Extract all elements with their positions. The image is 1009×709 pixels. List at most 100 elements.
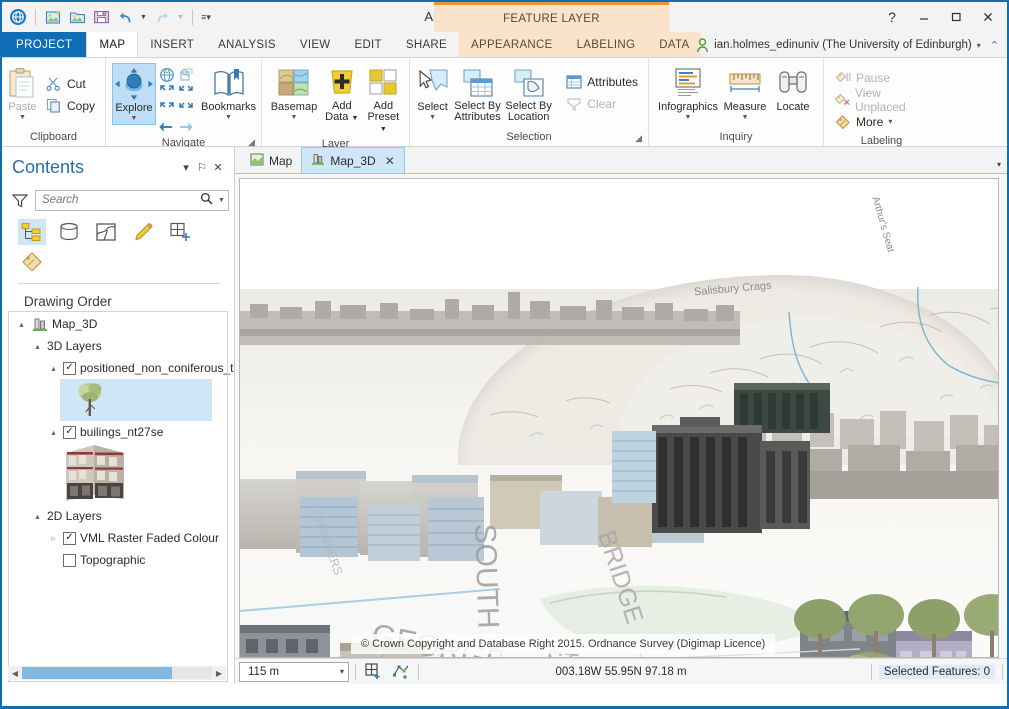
expander-icon[interactable]: ▴ [48, 428, 59, 437]
list-by-data-source-icon[interactable] [55, 219, 83, 245]
account-dropdown-icon[interactable]: ▾ [977, 41, 981, 50]
select-button[interactable]: Select ▼ [414, 63, 451, 123]
add-preset-button[interactable]: Add Preset ▼ [362, 63, 405, 137]
list-by-snapping-icon[interactable] [166, 219, 194, 245]
previous-extent-arrow-icon[interactable] [158, 118, 175, 135]
close-button[interactable] [973, 4, 1003, 30]
tree-row-2d-layers[interactable]: ▴ 2D Layers [2, 505, 234, 527]
layer-visibility-checkbox[interactable]: ✓ [63, 531, 76, 545]
paste-button[interactable]: Paste ▼ [6, 63, 39, 123]
layer-visibility-checkbox[interactable]: ✓ [63, 361, 76, 375]
tree-row-buildings[interactable]: ▴ ✓ builings_nt27se [2, 421, 234, 443]
contents-pin-icon[interactable]: ⚐ [194, 158, 210, 176]
basemap-dropdown-icon[interactable]: ▼ [290, 114, 297, 121]
tree-row-3d-layers[interactable]: ▴ 3D Layers [2, 335, 234, 357]
fixed-zoom-in-icon[interactable] [177, 66, 194, 83]
search-icon[interactable] [198, 192, 215, 208]
more-dropdown-icon[interactable]: ▾ [888, 117, 892, 126]
collapse-ribbon-icon[interactable]: ⌃ [986, 39, 1003, 52]
next-extent-icon[interactable] [177, 100, 194, 117]
tab-insert[interactable]: INSERT [138, 32, 206, 57]
redo-icon[interactable] [151, 6, 173, 28]
contents-horizontal-scrollbar[interactable]: ◀ ▶ [8, 666, 226, 680]
snapping-icon[interactable] [390, 662, 412, 682]
maximize-button[interactable] [941, 4, 971, 30]
expander-icon[interactable]: ▴ [48, 364, 59, 373]
tab-labeling[interactable]: LABELING [564, 32, 648, 57]
tree-row-positioned-trees[interactable]: ▴ ✓ positioned_non_coniferous_t [2, 357, 234, 379]
next-extent-arrow-icon[interactable] [177, 118, 194, 135]
copy-button[interactable]: Copy [41, 95, 99, 116]
bookmarks-dropdown-icon[interactable]: ▼ [225, 114, 232, 121]
new-project-icon[interactable] [42, 6, 64, 28]
bookmarks-button[interactable]: Bookmarks ▼ [200, 63, 257, 123]
full-extent-icon[interactable] [158, 66, 175, 83]
explore-button[interactable]: Explore ▼ [112, 63, 156, 125]
tab-edit[interactable]: EDIT [342, 32, 393, 57]
cut-button[interactable]: Cut [41, 73, 99, 94]
search-input[interactable] [42, 194, 198, 206]
infographics-button[interactable]: Infographics ▼ [656, 63, 720, 123]
scroll-left-icon[interactable]: ◀ [8, 669, 22, 678]
undo-dropdown-icon[interactable]: ▼ [138, 6, 149, 28]
tab-share[interactable]: SHARE [394, 32, 459, 57]
add-data-button[interactable]: Add Data ▼ [322, 63, 362, 126]
map-scale-caret-icon[interactable]: ▾ [340, 667, 344, 676]
list-by-selection-icon[interactable] [92, 219, 120, 245]
layer-visibility-checkbox[interactable] [63, 553, 76, 567]
contents-menu-icon[interactable]: ▾ [178, 158, 194, 176]
zoom-in-fixed-icon[interactable] [158, 83, 175, 100]
undo-icon[interactable] [114, 6, 136, 28]
scroll-right-icon[interactable]: ▶ [212, 669, 226, 678]
customize-qat-icon[interactable]: ≡▾ [199, 6, 213, 28]
add-grid-icon[interactable] [362, 662, 384, 682]
tab-view[interactable]: VIEW [288, 32, 343, 57]
tab-appearance[interactable]: APPEARANCE [459, 32, 565, 57]
map-tabs-overflow-icon[interactable]: ▾ [997, 160, 1001, 169]
tab-data[interactable]: DATA [647, 32, 702, 57]
view-unplaced-button[interactable]: View Unplaced [830, 86, 933, 114]
tree-row-vml-raster[interactable]: ▹ ✓ VML Raster Faded Colour [2, 527, 234, 549]
list-by-drawing-order-icon[interactable] [18, 219, 46, 245]
map-tab-map[interactable]: Map [241, 149, 301, 173]
filter-icon[interactable] [11, 193, 29, 208]
minimize-button[interactable] [909, 4, 939, 30]
locate-button[interactable]: Locate [770, 63, 816, 115]
account-area[interactable]: ian.holmes_edinuniv (The University of E… [696, 32, 1003, 58]
infographics-dropdown-icon[interactable]: ▼ [685, 114, 692, 121]
expander-icon[interactable]: ▴ [32, 342, 43, 351]
save-project-icon[interactable] [90, 6, 112, 28]
tree-symbol-swatch-row[interactable] [60, 379, 212, 421]
clear-selection-button[interactable]: Clear [561, 93, 642, 114]
tab-map[interactable]: MAP [86, 32, 139, 57]
close-tab-icon[interactable]: ✕ [385, 154, 395, 168]
list-by-editing-icon[interactable] [129, 219, 157, 245]
paste-dropdown-icon[interactable]: ▼ [19, 114, 26, 121]
contents-close-icon[interactable]: ✕ [210, 158, 226, 176]
map-scale-dropdown[interactable]: 115 m ▾ [239, 661, 349, 682]
tab-analysis[interactable]: ANALYSIS [206, 32, 288, 57]
search-box[interactable]: ▼ [35, 189, 229, 211]
map-tab-map3d[interactable]: Map_3D ✕ [301, 147, 405, 173]
previous-extent-icon[interactable] [158, 100, 175, 117]
select-by-location-button[interactable]: Select By Location [504, 63, 553, 125]
labeling-more-button[interactable]: More ▾ [830, 111, 933, 132]
tree-row-topographic[interactable]: ▸ Topographic [2, 549, 234, 571]
basemap-button[interactable]: Basemap ▼ [266, 63, 322, 123]
tab-project[interactable]: PROJECT [2, 32, 87, 57]
measure-dropdown-icon[interactable]: ▼ [742, 114, 749, 121]
expander-icon[interactable]: ▴ [32, 512, 43, 521]
measure-button[interactable]: Measure ▼ [720, 63, 770, 123]
open-project-icon[interactable] [66, 6, 88, 28]
layer-visibility-checkbox[interactable]: ✓ [63, 425, 76, 439]
selection-dialog-launcher[interactable]: ◢ [635, 131, 642, 145]
expander-icon[interactable]: ▹ [48, 534, 59, 543]
tree-row-map3d[interactable]: ▴ Map_3D [2, 313, 234, 335]
select-by-attributes-button[interactable]: Select By Attributes [451, 63, 504, 125]
building-symbol-swatch-row[interactable] [64, 442, 234, 505]
scroll-track[interactable] [22, 667, 212, 679]
map-3d-view[interactable]: Salisbury Crags Arthur's Seat SOUTH BRID… [239, 178, 999, 658]
attributes-button[interactable]: Attributes [561, 71, 642, 92]
help-button[interactable]: ? [877, 4, 907, 30]
scroll-thumb[interactable] [22, 667, 173, 679]
